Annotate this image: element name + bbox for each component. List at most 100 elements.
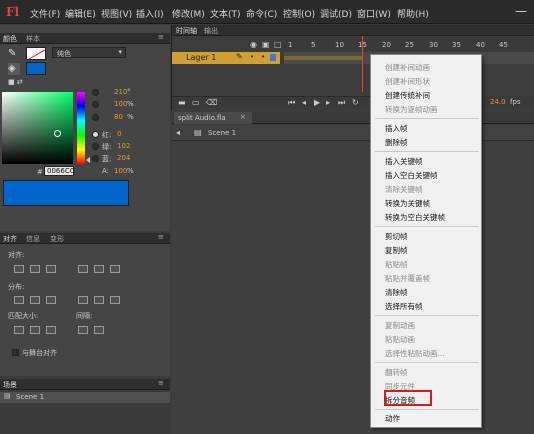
menu-item-insert-keyframe[interactable]: 插入关键帧 [385,156,423,167]
visibility-dot-icon[interactable]: • [250,53,254,61]
menu-item-convert-frame-by-frame[interactable]: 转换为逐帧动画 [385,104,438,115]
menu-debug[interactable]: 调试(D) [320,7,352,20]
menu-view[interactable]: 视图(V) [101,7,132,20]
loop-icon[interactable]: ↻ [352,98,359,107]
layer-color-swatch[interactable] [270,54,276,61]
play-icon[interactable]: ▶ [314,98,320,107]
tab-transform[interactable]: 变形 [50,234,64,244]
menu-item-copy-frames[interactable]: 复制帧 [385,245,408,256]
radio-green[interactable] [92,143,99,150]
lock-dot-icon[interactable]: • [261,53,265,61]
align-to-stage-checkbox[interactable] [12,349,19,356]
tab-output[interactable]: 输出 [204,26,218,36]
tab-color[interactable]: 颜色 [3,34,17,44]
layer-row[interactable]: Lager 1 ✎ • • [172,52,280,64]
first-frame-icon[interactable]: ⏮ [288,98,295,108]
menu-item-paste-overwrite-frames[interactable]: 粘贴并覆盖帧 [385,273,430,284]
menu-item-paste-motion-special[interactable]: 选择性粘贴动画... [385,348,445,359]
outline-icon[interactable]: □ [274,40,282,49]
menu-commands[interactable]: 命令(C) [246,7,277,20]
current-scene[interactable]: Scene 1 [208,129,236,137]
hue-slider-handle[interactable] [86,157,90,163]
menu-item-insert-blank-keyframe[interactable]: 插入空白关键帧 [385,170,438,181]
menu-item-insert-frame[interactable]: 插入帧 [385,123,408,134]
back-arrow-icon[interactable]: ◂ [176,128,180,137]
menu-item-convert-to-keyframes[interactable]: 转换为关键帧 [385,198,430,209]
menu-control[interactable]: 控制(O) [283,7,315,20]
menu-window[interactable]: 窗口(W) [357,7,391,20]
radio-hue[interactable] [92,89,99,96]
fill-bucket-icon[interactable]: ◈ [8,63,20,75]
menu-item-remove-frames[interactable]: 删除帧 [385,137,408,148]
tab-timeline[interactable]: 时间轴 [176,26,197,36]
playhead[interactable] [362,36,363,92]
lock-icon[interactable]: ▣ [262,40,270,49]
hue-slider[interactable] [77,92,85,164]
distribute-bottom-icon[interactable] [46,296,56,304]
menu-item-copy-motion[interactable]: 复制动画 [385,320,415,331]
fill-type-select[interactable]: 纯色 ▾ [52,47,126,58]
align-top-icon[interactable] [78,265,88,273]
radio-brightness[interactable] [92,114,99,121]
menu-edit[interactable]: 编辑(E) [65,7,96,20]
distribute-left-icon[interactable] [78,296,88,304]
menu-item-create-motion-tween[interactable]: 创建补间动画 [385,62,430,73]
space-vertical-icon[interactable] [78,326,88,334]
align-bottom-icon[interactable] [110,265,120,273]
menu-item-paste-motion[interactable]: 粘贴动画 [385,334,415,345]
hex-input[interactable]: 0066CC [44,166,75,176]
close-icon[interactable]: × [240,113,246,121]
fill-color-swatch[interactable] [26,62,46,75]
saturation-value[interactable]: 100 [114,100,127,108]
panel-menu-icon[interactable]: ≡ [158,233,164,241]
match-width-icon[interactable] [14,326,24,334]
last-frame-icon[interactable]: ⏭ [338,98,345,108]
minimize-icon[interactable]: — [515,4,527,18]
distribute-right-icon[interactable] [110,296,120,304]
hue-value[interactable]: 210 [114,88,127,96]
prev-frame-icon[interactable]: ◂ [302,98,306,107]
match-height-icon[interactable] [30,326,40,334]
menu-item-actions[interactable]: 动作 [385,413,400,424]
stroke-pencil-icon[interactable]: ✎ [8,48,20,60]
distribute-top-icon[interactable] [14,296,24,304]
menu-modify[interactable]: 修改(M) [172,7,205,20]
menu-item-clear-keyframe[interactable]: 清除关键帧 [385,184,423,195]
radio-saturation[interactable] [92,101,99,108]
brightness-value[interactable]: 80 [114,113,123,121]
menu-item-select-all-frames[interactable]: 选择所有帧 [385,301,423,312]
swap-colors-icon[interactable]: ■ ⇄ [8,78,23,86]
menu-item-create-shape-tween[interactable]: 创建补间形状 [385,76,430,87]
tab-align[interactable]: 对齐 [3,234,17,244]
layer-name[interactable]: Lager 1 [186,53,216,62]
tab-info[interactable]: 信息 [26,234,40,244]
color-picker-cursor[interactable] [54,130,61,137]
menu-item-clear-frames[interactable]: 清除帧 [385,287,408,298]
align-right-icon[interactable] [46,265,56,273]
menu-item-reverse-frames[interactable]: 翻转帧 [385,367,408,378]
new-layer-icon[interactable]: ▬ [178,98,186,107]
document-tab[interactable]: split Audio.fla × [174,112,252,124]
alpha-value[interactable]: 100 [114,167,127,175]
menu-file[interactable]: 文件(F) [30,7,60,20]
menu-item-cut-frames[interactable]: 剪切帧 [385,231,408,242]
delete-icon[interactable]: ⌫ [206,98,217,107]
align-vcenter-icon[interactable] [94,265,104,273]
color-gradient-picker[interactable] [2,92,73,164]
menu-insert[interactable]: 插入(I) [136,7,164,20]
space-horizontal-icon[interactable] [94,326,104,334]
blue-value[interactable]: 204 [117,154,130,162]
green-value[interactable]: 102 [117,142,130,150]
menu-item-create-classic-tween[interactable]: 创建传统补间 [385,90,430,101]
radio-red[interactable] [92,131,99,138]
match-width-height-icon[interactable] [46,326,56,334]
stroke-color-swatch[interactable] [26,47,46,60]
menu-item-paste-frames[interactable]: 粘贴帧 [385,259,408,270]
distribute-hcenter-icon[interactable] [94,296,104,304]
fps-value[interactable]: 24.0 [490,98,506,106]
tab-scene[interactable]: 场景 [3,380,17,390]
menu-text[interactable]: 文本(T) [210,7,241,20]
new-folder-icon[interactable]: ▭ [192,98,200,107]
align-hcenter-icon[interactable] [30,265,40,273]
scene-list-item[interactable]: ▤ Scene 1 [0,392,170,403]
